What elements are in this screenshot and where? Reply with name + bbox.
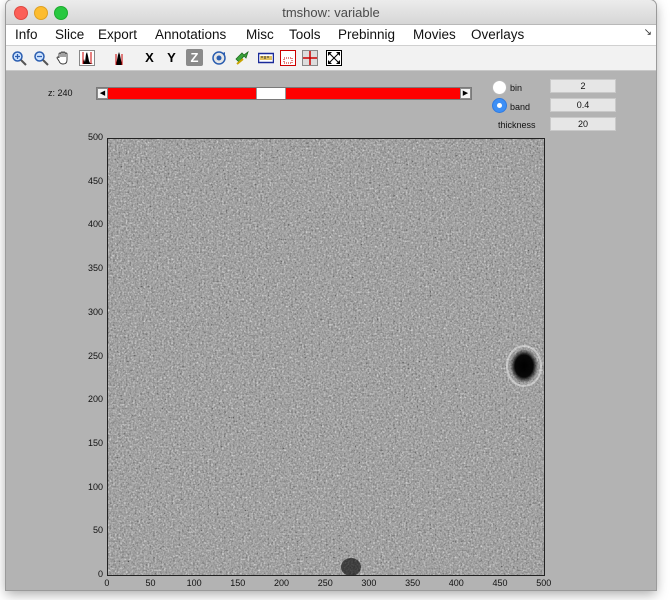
- title-bar[interactable]: tmshow: variable: [6, 0, 656, 25]
- fit-window-icon[interactable]: [325, 49, 342, 66]
- y-axis-icon[interactable]: Y: [163, 49, 180, 66]
- zoom-out-icon[interactable]: [32, 49, 49, 66]
- y-tick-label: 150: [87, 437, 103, 448]
- y-tick-label: 400: [87, 219, 103, 230]
- histogram-icon[interactable]: [78, 49, 95, 66]
- bin-field[interactable]: 2: [550, 79, 616, 93]
- zoom-in-icon[interactable]: [10, 49, 27, 66]
- window-title: tmshow: variable: [282, 5, 380, 20]
- menu-tools[interactable]: Tools: [289, 27, 321, 42]
- app-window: tmshow: variable Info Slice Export Annot…: [6, 0, 656, 590]
- y-tick-label: 350: [87, 263, 103, 274]
- menu-export[interactable]: Export: [98, 27, 137, 42]
- menu-misc[interactable]: Misc: [246, 27, 274, 42]
- thickness-label: thickness: [498, 120, 536, 130]
- slice-label: z: 240: [48, 88, 73, 98]
- menu-slice[interactable]: Slice: [55, 27, 84, 42]
- x-tick-label: 300: [361, 578, 377, 588]
- x-tick-label: 350: [405, 578, 421, 588]
- tomogram-image[interactable]: [107, 138, 545, 576]
- x-tick-label: 500: [536, 578, 552, 588]
- thickness-field[interactable]: 20: [550, 117, 616, 131]
- pan-hand-icon[interactable]: [54, 49, 71, 66]
- dotted-box-icon[interactable]: [279, 49, 296, 66]
- band-radio[interactable]: [492, 98, 507, 113]
- z-axis-icon[interactable]: Z: [186, 49, 203, 66]
- rotate-icon[interactable]: [210, 49, 227, 66]
- menu-movies[interactable]: Movies: [413, 27, 456, 42]
- x-tick-label: 450: [492, 578, 508, 588]
- slider-thumb[interactable]: [256, 88, 287, 99]
- menu-prebinnig[interactable]: Prebinnig: [338, 27, 395, 42]
- menu-annotations[interactable]: Annotations: [155, 27, 226, 42]
- x-tick-label: 100: [186, 578, 202, 588]
- x-tick-label: 0: [104, 578, 110, 588]
- y-tick-label: 100: [87, 481, 103, 492]
- y-tick-label: 0: [97, 569, 103, 579]
- slider-right-arrow-icon[interactable]: ▶: [460, 88, 471, 99]
- band-label: band: [510, 102, 531, 112]
- x-tick-label: 150: [230, 578, 246, 588]
- y-tick-label: 200: [87, 394, 103, 405]
- y-tick-label: 500: [87, 132, 103, 142]
- x-tick-label: 400: [448, 578, 464, 588]
- y-tick-label: 250: [87, 350, 103, 361]
- y-tick-label: 50: [92, 525, 103, 536]
- menu-bar: Info Slice Export Annotations Misc Tools…: [6, 25, 656, 46]
- ruler-icon[interactable]: [257, 49, 274, 66]
- bin-label: bin: [510, 83, 523, 93]
- toolbar: X Y Z: [6, 46, 656, 71]
- x-tick-label: 200: [274, 578, 290, 588]
- x-tick-label: 250: [317, 578, 333, 588]
- slider-left-arrow-icon[interactable]: ◀: [97, 88, 108, 99]
- menu-info[interactable]: Info: [15, 27, 38, 42]
- y-tick-label: 300: [87, 306, 103, 317]
- x-tick-label: 50: [145, 578, 156, 588]
- dark-particle: [510, 349, 538, 383]
- crosshair-icon[interactable]: [301, 49, 318, 66]
- bin-radio[interactable]: [492, 80, 507, 95]
- band-field[interactable]: 0.4: [550, 98, 616, 112]
- menu-overlays[interactable]: Overlays: [471, 27, 524, 42]
- sync-icon[interactable]: [233, 49, 250, 66]
- histogram-small-icon[interactable]: [110, 49, 127, 66]
- x-axis-icon[interactable]: X: [141, 49, 158, 66]
- y-tick-label: 450: [87, 175, 103, 186]
- tomogram-noise-image: [108, 139, 544, 575]
- slice-slider[interactable]: ◀ ▶: [96, 87, 472, 100]
- menu-overflow-icon[interactable]: ↘: [644, 27, 652, 38]
